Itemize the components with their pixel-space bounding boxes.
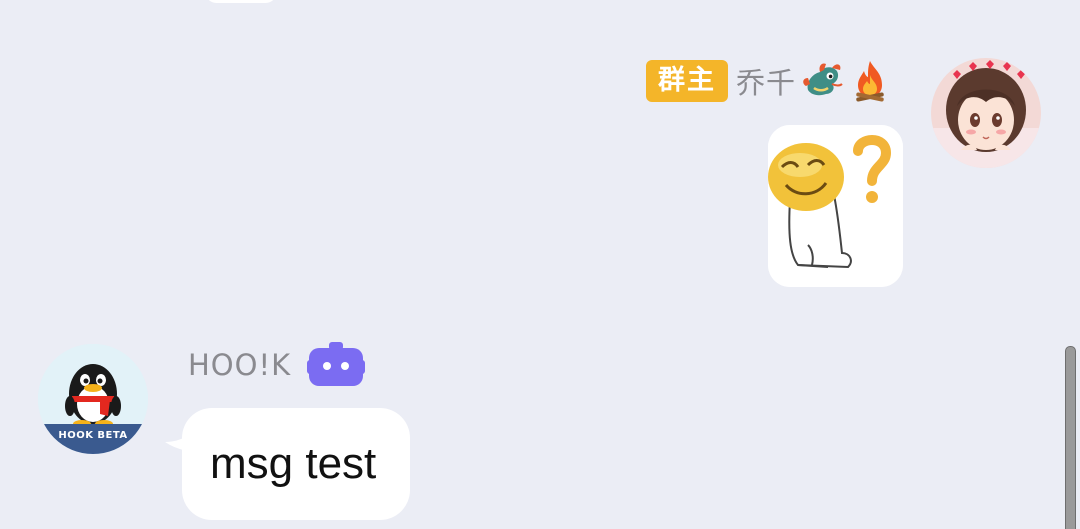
incoming-avatar[interactable]: HOOK BETA — [38, 344, 148, 454]
sticker-message[interactable] — [768, 125, 903, 287]
group-owner-badge: 群主 — [645, 60, 728, 102]
incoming-message-bubble[interactable]: msg test — [182, 408, 411, 520]
robot-icon — [307, 342, 366, 386]
previous-message-bubble[interactable] — [205, 0, 277, 3]
outgoing-sender-name[interactable]: 乔千 — [736, 60, 796, 102]
incoming-sender-name[interactable]: HOO!K — [188, 348, 291, 382]
message-text: msg test — [210, 439, 377, 488]
outgoing-avatar[interactable] — [931, 58, 1041, 168]
confused-face-sticker-icon — [768, 125, 903, 287]
incoming-sender-line: HOO!K — [188, 342, 366, 388]
scrollbar[interactable] — [1065, 346, 1076, 529]
outgoing-sender-line: 群主 乔千 — [645, 59, 890, 103]
dragon-icon — [803, 63, 843, 96]
chat-message-list[interactable]: 群主 乔千 HOOK BETA HOO!K msg test — [0, 0, 1080, 529]
avatar-label: HOOK BETA — [38, 424, 148, 454]
fire-icon — [856, 61, 884, 102]
anime-girl-avatar-image — [931, 58, 1041, 168]
